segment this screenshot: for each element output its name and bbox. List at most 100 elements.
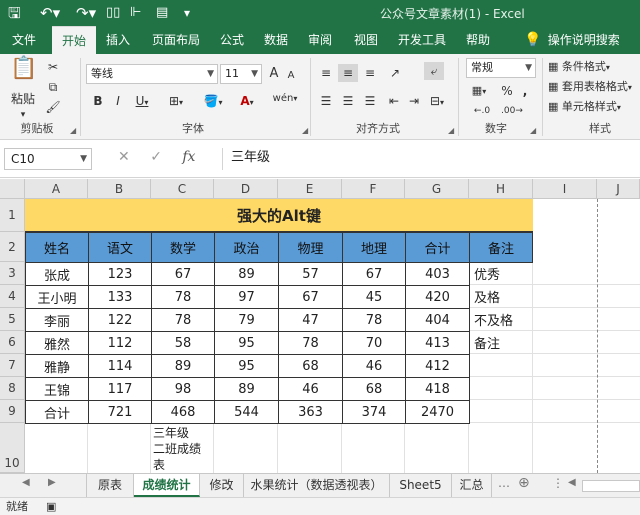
data-cell[interactable]: 95	[214, 331, 279, 355]
column-header-d[interactable]: D	[214, 179, 278, 199]
align-middle-icon[interactable]: ≡	[338, 64, 358, 82]
wrap-text-icon[interactable]: ⤶	[424, 62, 444, 80]
data-cell[interactable]: 413	[405, 331, 470, 355]
data-cell[interactable]: 雅静	[25, 354, 89, 378]
data-cell[interactable]: 404	[405, 308, 470, 332]
data-cell[interactable]: 78	[151, 285, 215, 309]
data-cell[interactable]: 王小明	[25, 285, 89, 309]
comma-button[interactable]: ,	[518, 82, 532, 100]
align-right-icon[interactable]: ☰	[360, 92, 380, 110]
align-center-icon[interactable]: ☰	[338, 92, 358, 110]
align-bottom-icon[interactable]: ≡	[360, 64, 380, 82]
more-tabs-icon[interactable]: …	[498, 476, 510, 490]
header-cell[interactable]: 数学	[151, 232, 215, 263]
percent-button[interactable]: %	[500, 82, 514, 100]
cut-icon[interactable]: ✂	[44, 58, 62, 76]
note-cell[interactable]: 及格	[470, 285, 532, 307]
data-cell[interactable]: 雅然	[25, 331, 89, 355]
add-sheet-icon[interactable]: ⊕	[518, 475, 530, 491]
data-cell[interactable]: 李丽	[25, 308, 89, 332]
data-cell[interactable]: 418	[405, 377, 470, 401]
header-cell[interactable]: 地理	[342, 232, 406, 263]
undo-icon[interactable]: ↶▾	[40, 4, 60, 22]
header-cell[interactable]: 备注	[469, 232, 533, 263]
data-cell[interactable]: 403	[405, 262, 470, 286]
row-header-10[interactable]: 10	[0, 423, 25, 473]
data-cell[interactable]: 122	[88, 308, 152, 332]
data-cell[interactable]: 95	[214, 354, 279, 378]
font-name-box[interactable]: 等线 ▼	[86, 64, 218, 84]
redo-icon[interactable]: ↷▾	[76, 4, 96, 22]
conditional-format-button[interactable]: ▦ 条件格式▾	[548, 58, 640, 77]
save-icon[interactable]: 🖫	[8, 4, 21, 22]
prev-sheet-icon[interactable]: ◀	[22, 477, 30, 488]
number-format-box[interactable]: 常规 ▼	[466, 58, 536, 78]
increase-decimal-icon[interactable]: ←.0	[470, 102, 494, 120]
clipboard-launcher-icon[interactable]: ◢	[70, 126, 76, 135]
tab-developer[interactable]: 开发工具	[392, 26, 452, 54]
data-cell[interactable]: 374	[342, 400, 406, 424]
row-header-1[interactable]: 1	[0, 199, 25, 232]
data-cell[interactable]: 412	[405, 354, 470, 378]
sheet-tab-sheet5[interactable]: Sheet5	[390, 474, 452, 497]
data-cell[interactable]: 78	[342, 308, 406, 332]
table-icon[interactable]: ▤	[156, 4, 168, 22]
tell-me-search[interactable]: 💡 操作说明搜索	[508, 26, 636, 54]
enter-icon[interactable]: ✓	[150, 149, 162, 165]
tab-view[interactable]: 视图	[346, 26, 386, 54]
note-cell[interactable]: 不及格	[470, 308, 532, 330]
macro-record-icon[interactable]: ▣	[46, 498, 56, 515]
increase-indent-icon[interactable]: ⇥	[404, 92, 424, 110]
data-cell[interactable]: 114	[88, 354, 152, 378]
tab-home[interactable]: 开始	[52, 26, 96, 54]
selected-cell-c10[interactable]: 三年级 二班成绩 表	[151, 423, 215, 473]
select-all-corner[interactable]	[0, 179, 25, 199]
horizontal-scrollbar[interactable]	[582, 480, 640, 492]
data-cell[interactable]: 97	[214, 285, 279, 309]
italic-button[interactable]: I	[110, 92, 126, 110]
note-cell[interactable]: 备注	[470, 331, 532, 353]
scroll-left-icon[interactable]: ◀	[568, 477, 576, 488]
column-header-f[interactable]: F	[342, 179, 405, 199]
data-cell[interactable]: 468	[151, 400, 215, 424]
data-cell[interactable]: 89	[151, 354, 215, 378]
copy-icon[interactable]: ⧉	[44, 78, 62, 96]
data-cell[interactable]: 67	[151, 262, 215, 286]
column-header-a[interactable]: A	[25, 179, 88, 199]
bold-button[interactable]: B	[90, 92, 106, 110]
data-cell[interactable]: 544	[214, 400, 279, 424]
row-header-9[interactable]: 9	[0, 400, 25, 423]
row-header-6[interactable]: 6	[0, 331, 25, 354]
tab-data[interactable]: 数据	[256, 26, 296, 54]
sheet-tab-fruit-pivot[interactable]: 水果统计（数据透视表）	[244, 474, 390, 497]
paste-icon[interactable]: 📋	[10, 58, 37, 88]
data-cell[interactable]: 合计	[25, 400, 89, 424]
tab-help[interactable]: 帮助	[458, 26, 498, 54]
font-launcher-icon[interactable]: ◢	[302, 126, 308, 135]
split-handle-icon[interactable]: ⋮	[552, 476, 564, 490]
sheet-tab-summary[interactable]: 汇总	[452, 474, 492, 497]
format-painter-icon[interactable]: ▯▯	[106, 4, 120, 22]
data-cell[interactable]: 123	[88, 262, 152, 286]
customize-qat-icon[interactable]: ▾	[184, 4, 190, 22]
column-header-b[interactable]: B	[88, 179, 151, 199]
next-sheet-icon[interactable]: ▶	[48, 477, 56, 488]
column-header-g[interactable]: G	[405, 179, 469, 199]
font-color-icon[interactable]: A▾	[234, 92, 260, 112]
tab-formulas[interactable]: 公式	[212, 26, 252, 54]
note-cell[interactable]: 优秀	[470, 262, 532, 284]
sheet-tab-original[interactable]: 原表	[86, 474, 134, 497]
sheet-title-cell[interactable]: 强大的Alt键	[25, 199, 533, 232]
data-cell[interactable]: 68	[342, 377, 406, 401]
cancel-icon[interactable]: ✕	[118, 149, 130, 165]
row-header-5[interactable]: 5	[0, 308, 25, 331]
column-header-e[interactable]: E	[278, 179, 342, 199]
header-cell[interactable]: 姓名	[25, 232, 89, 263]
row-header-3[interactable]: 3	[0, 262, 25, 285]
align-icon[interactable]: ⊩	[130, 4, 141, 22]
data-cell[interactable]: 王锦	[25, 377, 89, 401]
data-cell[interactable]: 78	[278, 331, 343, 355]
header-cell[interactable]: 物理	[278, 232, 343, 263]
data-cell[interactable]: 57	[278, 262, 343, 286]
data-cell[interactable]: 112	[88, 331, 152, 355]
